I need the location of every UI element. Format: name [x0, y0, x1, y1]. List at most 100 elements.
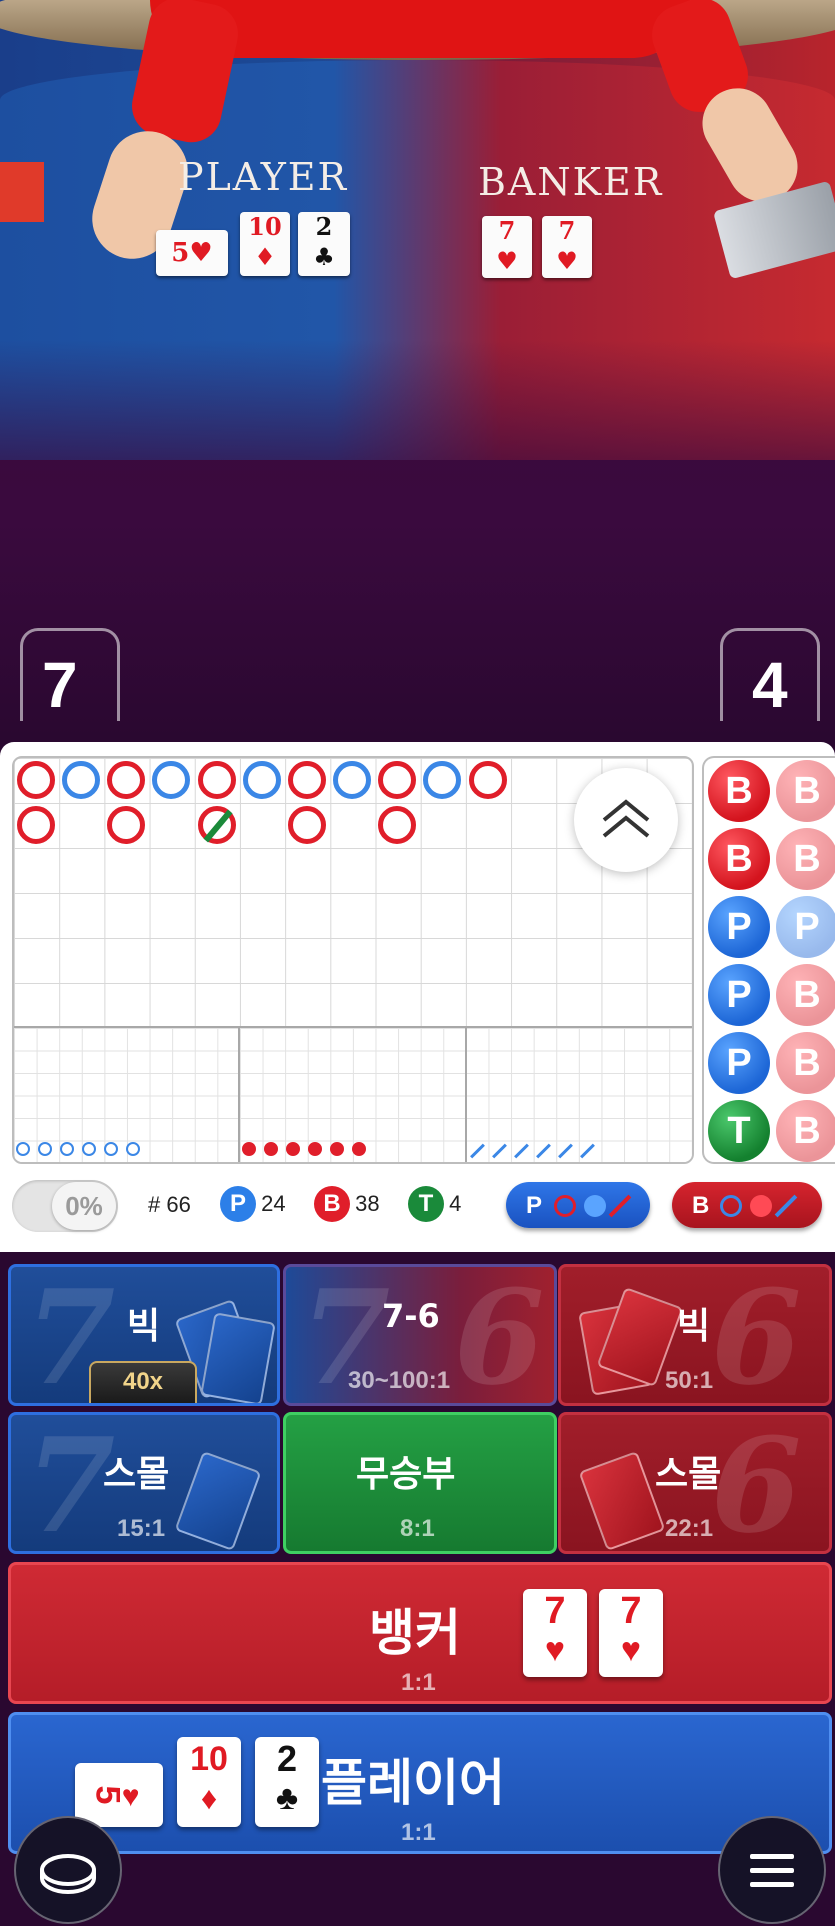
banker-big-odds: 50:1 — [665, 1367, 714, 1394]
card-rank: 7 — [544, 1590, 566, 1632]
banker-bet-title: 뱅커 — [369, 1604, 461, 1662]
big-road-banker — [288, 806, 326, 844]
bead-player: P — [776, 896, 835, 958]
big-road-banker — [469, 761, 507, 799]
percent-value: 0% — [52, 1182, 116, 1230]
big-eye-boy-mark — [82, 1142, 96, 1156]
six-watermark: 6 — [454, 1264, 545, 1406]
player-small-odds: 15:1 — [117, 1515, 166, 1542]
big-road-player — [243, 761, 281, 799]
six-watermark: 6 — [711, 1264, 802, 1406]
bead-banker: B — [776, 828, 835, 890]
tie-count-stat: T 4 — [408, 1186, 461, 1222]
player-small-bet[interactable]: 7 스몰 15:1 — [8, 1412, 280, 1554]
derived-road-divider — [14, 1026, 692, 1028]
player-predict-button[interactable]: P — [506, 1182, 650, 1228]
bead-banker: B — [776, 1032, 835, 1094]
banker-bet-odds: 1:1 — [401, 1669, 436, 1696]
banker-count-stat: B 38 — [314, 1186, 380, 1222]
player-badge: P — [220, 1186, 256, 1222]
multiplier-badge: 40x — [89, 1361, 197, 1403]
six-watermark: 6 — [711, 1412, 802, 1554]
big-road-banker — [198, 761, 236, 799]
card-rank: 5 — [88, 1785, 127, 1805]
player-card-1: 5♥ — [156, 230, 228, 276]
player-area-label: PLAYER — [178, 155, 349, 199]
big-eye-boy-mark — [60, 1142, 74, 1156]
seven-watermark: 7 — [25, 1412, 116, 1554]
card-back-icon — [174, 1450, 262, 1551]
big-road-banker — [107, 761, 145, 799]
heart-icon: ♥ — [544, 1631, 566, 1669]
banker-bet[interactable]: 뱅커 1:1 7 ♥ 7 ♥ — [8, 1562, 832, 1704]
derived-road-divider — [238, 1026, 240, 1162]
big-eye-predict-icon — [554, 1195, 576, 1217]
cockroach-predict-icon — [608, 1194, 632, 1218]
banker-small-bet[interactable]: 6 스몰 22:1 — [558, 1412, 832, 1554]
round-number: # 66 — [148, 1192, 191, 1217]
small-road-mark — [330, 1142, 344, 1156]
big-eye-predict-icon — [720, 1195, 742, 1217]
card-rank: 2 — [276, 1738, 298, 1779]
small-predict-icon — [584, 1195, 606, 1217]
banker-big-title: 빅 — [677, 1306, 711, 1347]
banker-small-title: 스몰 — [655, 1454, 722, 1495]
banker-score: 4 — [752, 649, 788, 721]
small-road-mark — [352, 1142, 366, 1156]
banker-card-1: 7 ♥ — [482, 216, 532, 278]
tie-title: 무승부 — [356, 1454, 456, 1495]
big-road-banker — [17, 761, 55, 799]
banker-small-odds: 22:1 — [665, 1515, 714, 1542]
chip-stack-icon — [40, 1854, 96, 1894]
tie-count: 4 — [449, 1191, 462, 1216]
banker-result-card-2: 7 ♥ — [599, 1589, 663, 1677]
player-big-bet[interactable]: 7 빅 40x — [8, 1264, 280, 1406]
bead-banker: B — [708, 828, 770, 890]
seven-six-bet[interactable]: 7 6 7-6 30~100:1 — [283, 1264, 557, 1406]
player-small-title: 스몰 — [103, 1454, 170, 1495]
tie-bet[interactable]: 무승부 8:1 — [283, 1412, 557, 1554]
big-eye-boy-mark — [104, 1142, 118, 1156]
big-eye-boy-mark — [38, 1142, 52, 1156]
banker-predict-button[interactable]: B — [672, 1182, 822, 1228]
bead-tie: T — [708, 1100, 770, 1162]
player-bet[interactable]: 플레이어 1:1 5 ♥ 10 ♦ 2 ♣ — [8, 1712, 832, 1854]
diamond-icon: ♦ — [200, 1780, 218, 1816]
percent-toggle[interactable]: 0% — [12, 1180, 118, 1232]
player-result-card-2: 10 ♦ — [177, 1737, 241, 1827]
hamburger-menu-icon — [750, 1854, 794, 1887]
banker-card-2: 7 ♥ — [542, 216, 592, 278]
bead-banker: B — [776, 964, 835, 1026]
menu-button[interactable] — [718, 1816, 826, 1924]
big-eye-boy-mark — [126, 1142, 140, 1156]
bead-banker: B — [708, 760, 770, 822]
big-road-player — [333, 761, 371, 799]
bead-road: B B B B P P P B P B T B — [702, 756, 835, 1164]
player-bet-title: 플레이어 — [321, 1754, 505, 1812]
small-road-mark — [242, 1142, 256, 1156]
bead-banker: B — [776, 760, 835, 822]
table-marker — [0, 162, 44, 222]
bead-player: P — [708, 964, 770, 1026]
seven-six-odds: 30~100:1 — [348, 1367, 451, 1394]
cockroach-predict-icon — [774, 1194, 798, 1218]
big-road-banker — [17, 806, 55, 844]
player-predict-label: P — [526, 1192, 543, 1219]
small-road-mark — [308, 1142, 322, 1156]
chat-button[interactable] — [14, 1816, 122, 1924]
bead-player: P — [708, 896, 770, 958]
big-road-player — [423, 761, 461, 799]
big-eye-boy-mark — [16, 1142, 30, 1156]
bead-player: P — [708, 1032, 770, 1094]
card-back-icon — [200, 1312, 276, 1403]
player-card-2: 10 ♦ — [240, 212, 290, 276]
player-result-card-3: 2 ♣ — [255, 1737, 319, 1827]
banker-big-bet[interactable]: 6 빅 50:1 — [558, 1264, 832, 1406]
small-road-mark — [264, 1142, 278, 1156]
big-road-banker-tie — [198, 806, 236, 844]
chevron-double-up-icon — [602, 799, 650, 838]
bead-banker: B — [776, 1100, 835, 1162]
expand-roadmap-button[interactable] — [574, 768, 678, 872]
card-back-icon — [578, 1450, 666, 1551]
big-road-banker — [378, 806, 416, 844]
